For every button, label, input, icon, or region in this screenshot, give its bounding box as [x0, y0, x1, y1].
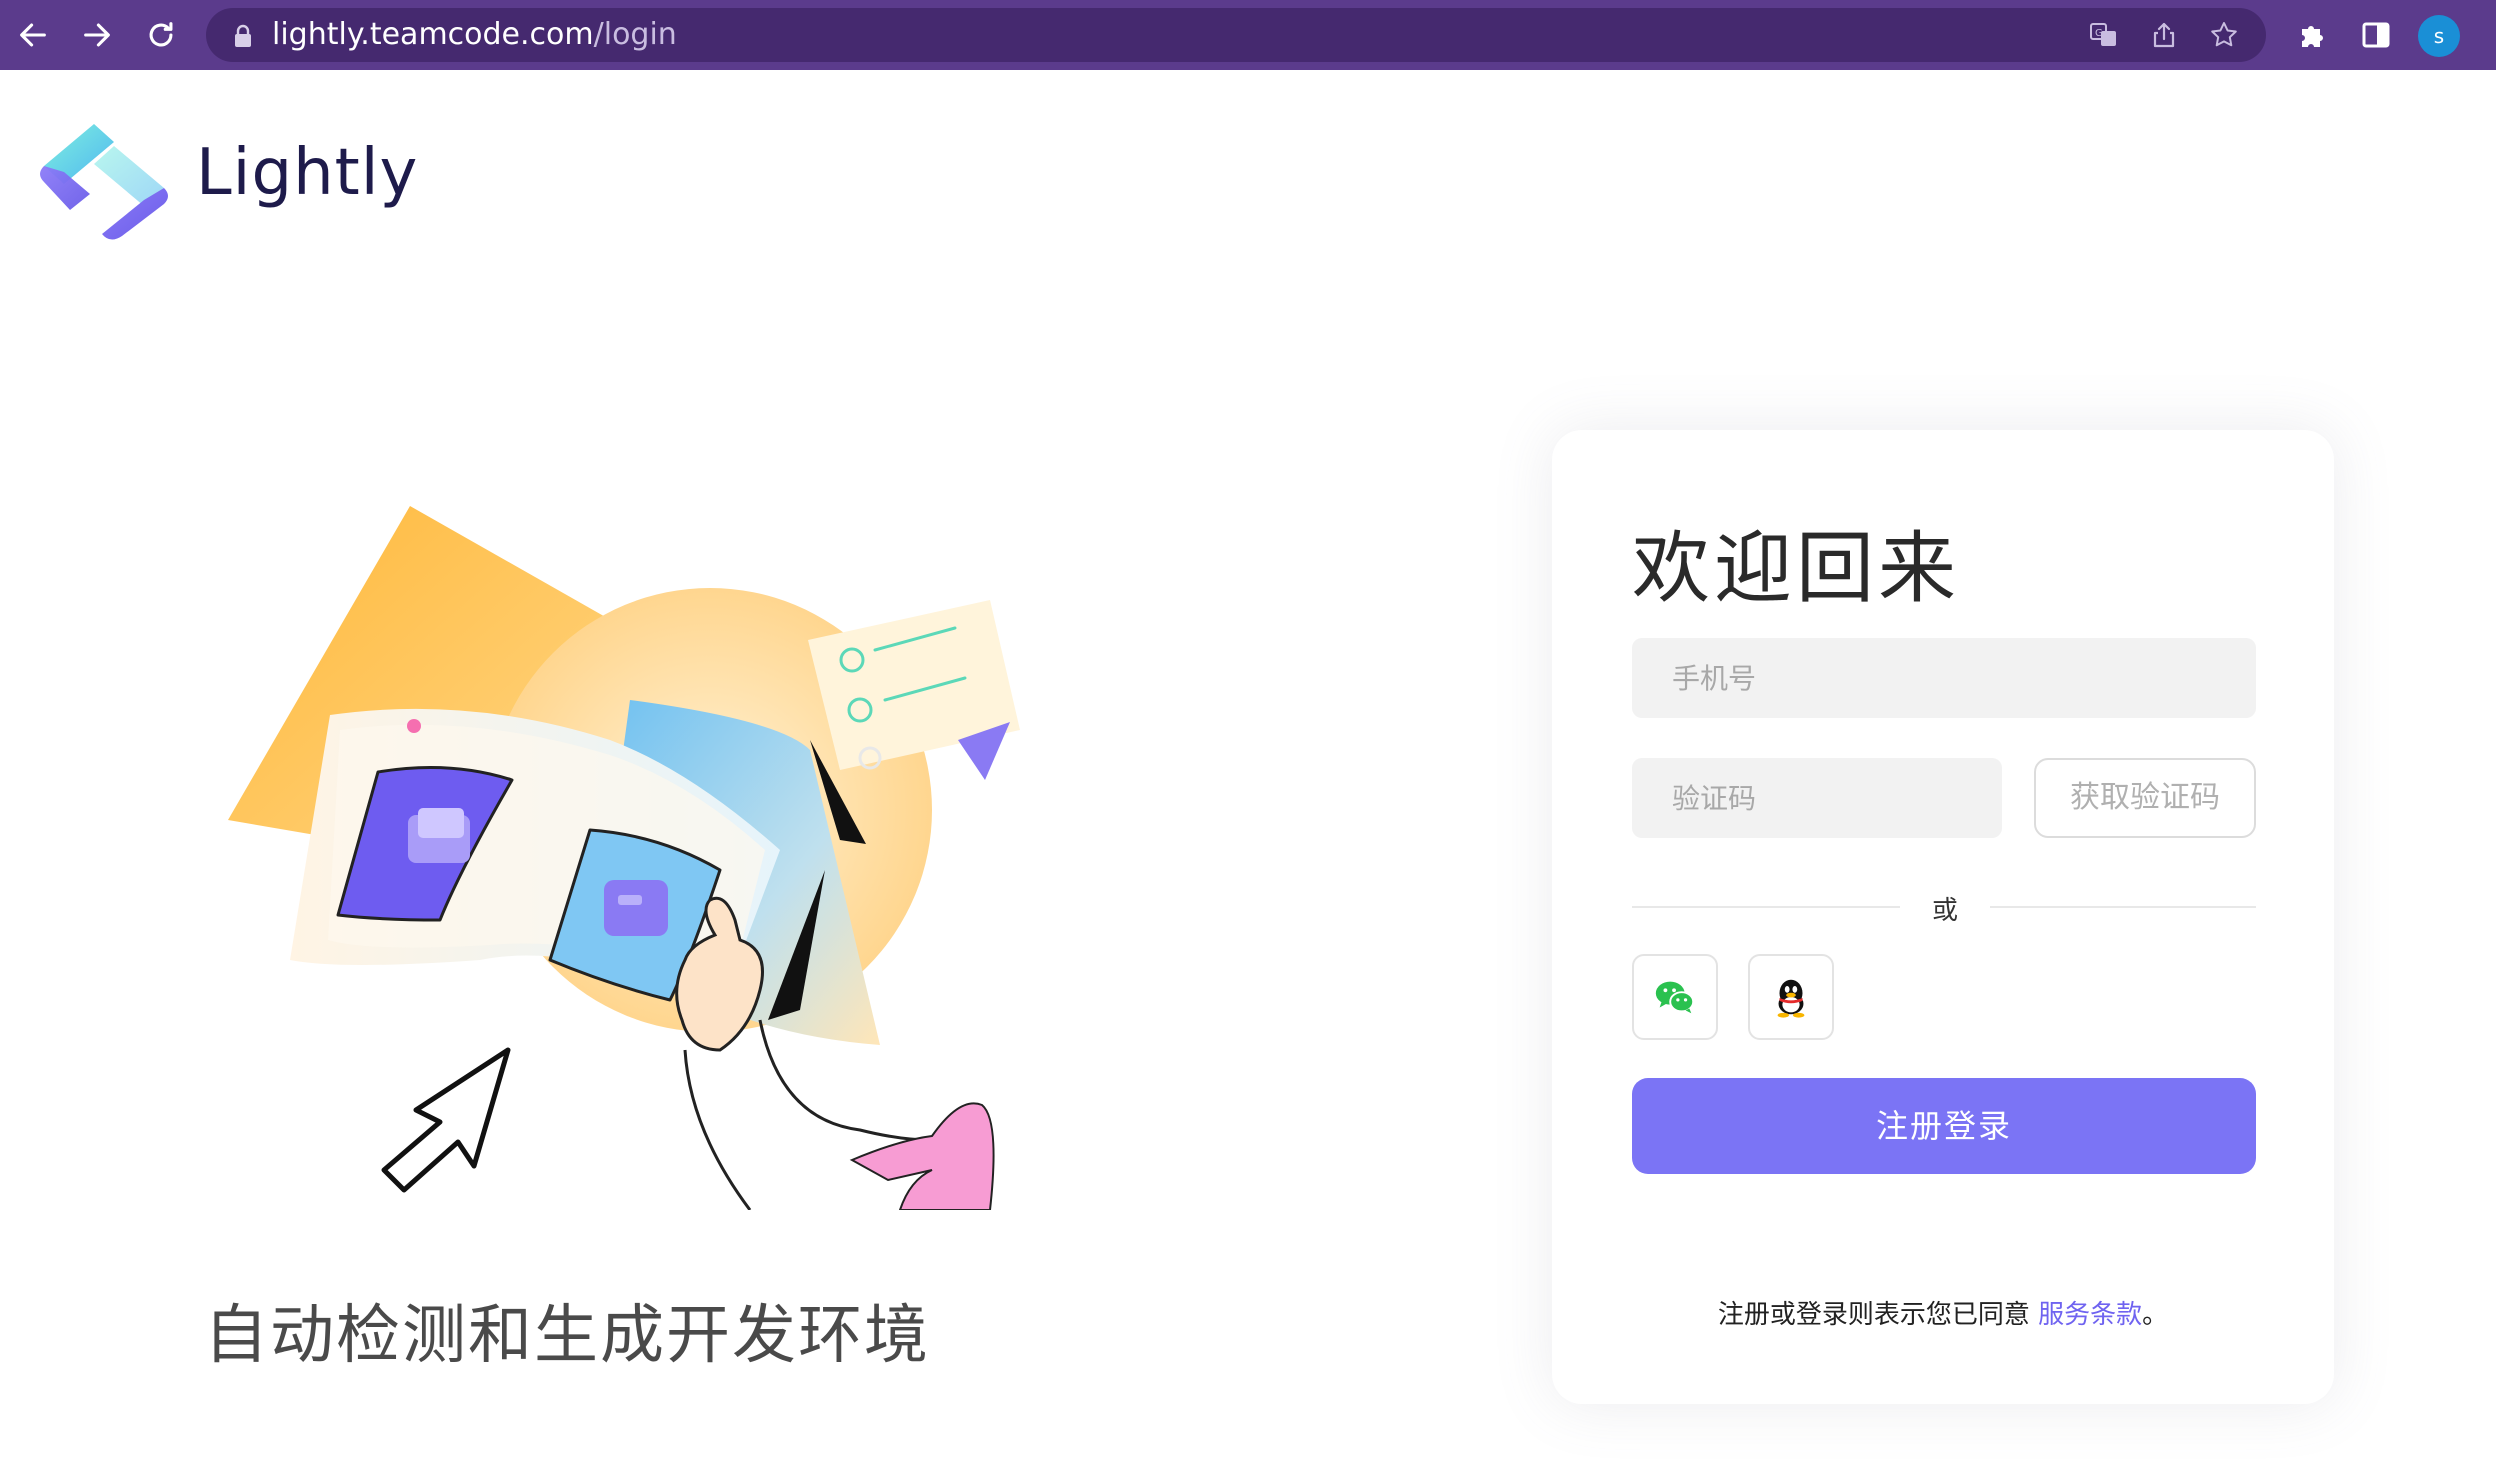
- divider-line-right: [1990, 906, 2256, 908]
- back-button[interactable]: [10, 12, 56, 58]
- profile-avatar[interactable]: s: [2418, 15, 2460, 57]
- lightly-logo-icon: [40, 124, 168, 240]
- side-panel-button[interactable]: [2356, 15, 2396, 55]
- lock-icon: [235, 24, 251, 47]
- get-code-button[interactable]: 获取验证码: [2034, 758, 2256, 838]
- address-bar[interactable]: lightly.teamcode.com/login G: [206, 8, 2266, 62]
- translate-button[interactable]: G: [2086, 17, 2122, 53]
- arrow-right-icon: [84, 23, 110, 47]
- terms-prefix: 注册或登录则表示您已同意: [1717, 1300, 2039, 1330]
- share-icon: [2153, 22, 2175, 48]
- extensions-button[interactable]: [2292, 15, 2332, 55]
- terms-of-service-link[interactable]: 服务条款: [2038, 1300, 2142, 1330]
- register-login-button[interactable]: 注册登录: [1632, 1078, 2256, 1174]
- wechat-icon: [1655, 981, 1695, 1014]
- qq-icon: [1777, 979, 1805, 1018]
- phone-input[interactable]: [1632, 638, 2256, 718]
- terms-suffix: 。: [2142, 1300, 2169, 1330]
- url-path: /login: [593, 17, 677, 52]
- arrow-left-icon: [20, 23, 46, 47]
- side-panel-icon: [2362, 22, 2390, 48]
- forward-button[interactable]: [74, 12, 120, 58]
- verification-code-input[interactable]: [1632, 758, 2002, 838]
- hero-tagline: 自动检测和生成开发环境: [204, 1299, 930, 1373]
- bookmark-button[interactable]: [2206, 17, 2242, 53]
- divider-line-left: [1632, 906, 1900, 908]
- hero-illustration: [228, 506, 1020, 1210]
- puzzle-icon: [2302, 26, 2323, 47]
- browser-toolbar: lightly.teamcode.com/login G s: [0, 0, 2496, 70]
- share-button[interactable]: [2146, 17, 2182, 53]
- star-icon: [2211, 22, 2237, 47]
- divider-label: 或: [1931, 896, 1958, 926]
- login-title: 欢迎回来: [1632, 524, 1961, 614]
- url-host: lightly.teamcode.com: [272, 17, 594, 52]
- login-card: 欢迎回来 获取验证码 或 注册登录 注册或登录则表示您已同意 服务条款。: [1552, 430, 2334, 1404]
- reload-icon: [149, 22, 173, 47]
- reload-button[interactable]: [138, 12, 184, 58]
- qq-login-button[interactable]: [1748, 954, 1834, 1040]
- terms-notice: 注册或登录则表示您已同意 服务条款。: [1552, 1294, 2334, 1331]
- translate-icon: G: [2090, 23, 2116, 46]
- url-text: lightly.teamcode.com/login: [272, 8, 677, 62]
- wechat-login-button[interactable]: [1632, 954, 1718, 1040]
- brand-name: Lightly: [196, 136, 419, 210]
- svg-text:G: G: [2095, 28, 2103, 39]
